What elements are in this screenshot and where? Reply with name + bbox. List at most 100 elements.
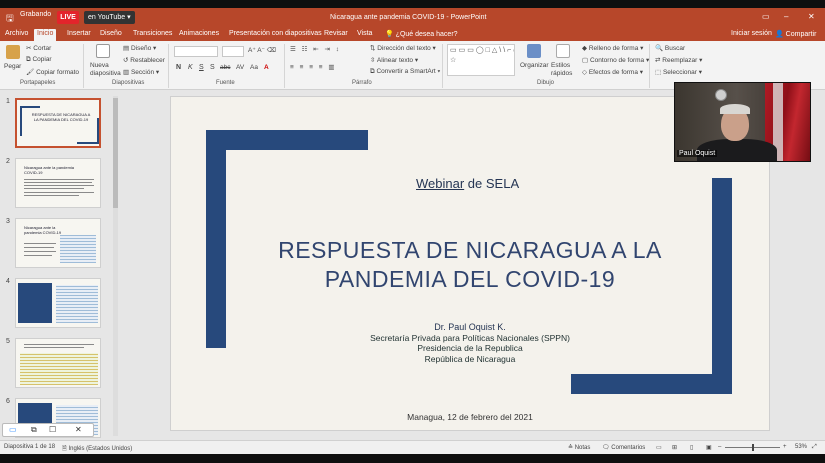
- scrollbar-thumb[interactable]: [113, 98, 118, 208]
- tab-revisar[interactable]: Revisar: [321, 29, 351, 41]
- zoom-level[interactable]: 53%: [795, 444, 807, 450]
- font-group-label: Fuente: [216, 80, 235, 86]
- participant-video[interactable]: Paul Oquist: [674, 82, 811, 162]
- smartart-button[interactable]: ⧉ Convertir a SmartArt ▾: [370, 68, 440, 76]
- quick-styles-button[interactable]: Estilos rápidos: [551, 62, 577, 78]
- tab-vista[interactable]: Vista: [354, 29, 375, 41]
- slide-title-line-1: RESPUESTA DE NICARAGUA A LA: [278, 237, 662, 263]
- slide-thumbnail-3[interactable]: Nicaragua ante la pandemia COVID-19: [15, 218, 101, 268]
- shape-outline-button[interactable]: ▢ Contorno de forma ▾: [582, 56, 649, 64]
- list-buttons-icon[interactable]: ☰ ☷ ⇤ ⇥ ↕: [290, 45, 341, 53]
- reading-view-icon[interactable]: ▯: [690, 444, 693, 451]
- language-status[interactable]: 🗎 Inglés (Estados Unidos): [62, 444, 132, 454]
- layout-button[interactable]: ▤ Diseño ▾: [123, 44, 156, 52]
- format-painter-label: Copiar formato: [36, 69, 80, 76]
- find-button[interactable]: 🔍 Buscar: [655, 44, 685, 52]
- share-button[interactable]: 👤 Compartir: [775, 30, 816, 38]
- new-slide-icon[interactable]: [96, 44, 110, 58]
- section-button[interactable]: ▥ Sección ▾: [123, 68, 159, 76]
- comments-label: Comentarios: [611, 445, 646, 451]
- underline-button[interactable]: S: [199, 64, 204, 71]
- tab-animaciones[interactable]: Animaciones: [176, 29, 222, 41]
- quick-styles-icon[interactable]: [556, 44, 570, 58]
- thumb-table: [56, 285, 98, 323]
- tell-me-search[interactable]: 💡 ¿Qué desea hacer?: [382, 29, 461, 41]
- fit-slide-icon[interactable]: ⤢: [812, 444, 817, 451]
- change-case-button[interactable]: Aa: [250, 64, 258, 71]
- align-buttons-icon[interactable]: ≡ ≡ ≡ ≡ ▥: [290, 63, 337, 71]
- thumbnail-scrollbar[interactable]: [113, 96, 118, 436]
- thumb-decoration: [18, 283, 52, 323]
- reset-label: Restablecer: [130, 57, 165, 64]
- organize-button[interactable]: Organizar: [520, 62, 549, 69]
- window-title: Nicaragua ante pandemia COVID-19 - Power…: [330, 14, 487, 21]
- align-text-button[interactable]: ⇳ Alinear texto ▾: [370, 56, 418, 64]
- thumb-number: 1: [6, 98, 10, 105]
- slide-thumbnail-5[interactable]: [15, 338, 101, 388]
- paste-icon[interactable]: [6, 45, 20, 59]
- signin-link[interactable]: Iniciar sesión: [731, 30, 772, 37]
- thumb-text-line: [24, 255, 52, 256]
- zoom-out-button[interactable]: –: [718, 444, 721, 450]
- close-icon[interactable]: ✕: [808, 12, 815, 21]
- italic-button[interactable]: K: [188, 64, 193, 71]
- smartart-label: Convertir a SmartArt: [376, 68, 436, 75]
- notes-button[interactable]: ≙ Notas: [568, 444, 590, 451]
- new-slide-button[interactable]: Nueva diapositiva: [90, 62, 121, 78]
- tab-insertar[interactable]: Insertar: [64, 29, 94, 41]
- grow-font-icon[interactable]: A⁺ A⁻ ⌫: [248, 46, 276, 54]
- slideshow-icon[interactable]: ▣: [706, 444, 712, 451]
- shape-fill-button[interactable]: ◆ Relleno de forma ▾: [582, 44, 643, 52]
- reset-button[interactable]: ↺ Restablecer: [123, 56, 165, 64]
- replace-button[interactable]: ⇄ Reemplazar ▾: [655, 56, 702, 64]
- tab-archivo[interactable]: Archivo: [2, 29, 31, 41]
- emblem-image: [715, 89, 727, 101]
- char-spacing-button[interactable]: AV: [236, 64, 244, 71]
- organize-icon[interactable]: [527, 44, 541, 58]
- save-icon[interactable]: 🖫: [6, 11, 14, 27]
- restore-ribbon-icon[interactable]: ▭: [762, 12, 770, 21]
- font-color-icon[interactable]: A: [264, 64, 269, 71]
- font-size-input[interactable]: [222, 46, 244, 57]
- zoom-slider-handle[interactable]: [752, 444, 754, 451]
- find-label: Buscar: [664, 45, 686, 52]
- shape-effects-button[interactable]: ◇ Efectos de forma ▾: [582, 68, 643, 76]
- slide-thumbnail-1[interactable]: RESPUESTA DE NICARAGUA A LA PANDEMIA DEL…: [15, 98, 101, 148]
- ribbon-tabs: Archivo Inicio Insertar Diseño Transicio…: [0, 28, 825, 41]
- thumb-text-line: [24, 185, 94, 186]
- share-label: Compartir: [785, 31, 817, 38]
- tab-diseno[interactable]: Diseño: [97, 29, 125, 41]
- stream-target-dropdown[interactable]: en YouTube ▾: [84, 11, 135, 24]
- paste-button[interactable]: Pegar: [4, 63, 21, 70]
- maximize-icon[interactable]: ☐: [49, 425, 56, 434]
- bold-button[interactable]: N: [176, 64, 181, 71]
- slide-count: Diapositiva 1 de 18: [4, 444, 56, 450]
- shadow-button[interactable]: S: [210, 64, 215, 71]
- copy-button[interactable]: ⧉ Copiar: [26, 56, 52, 64]
- tab-transiciones[interactable]: Transiciones: [130, 29, 175, 41]
- title-bar: 🖫 Grabando LIVE en YouTube ▾ Nicaragua a…: [0, 8, 825, 28]
- shapes-gallery[interactable]: ▭▭▭◯□△\\⌐⌐▷{}☆: [447, 44, 515, 76]
- slide-thumbnail-4[interactable]: [15, 278, 101, 328]
- thumb-decoration: [20, 106, 22, 136]
- cut-button[interactable]: ✂ Cortar: [26, 44, 51, 52]
- font-family-input[interactable]: [174, 46, 218, 57]
- slide-thumbnail-2[interactable]: Nicaragua ante la pandemia COVID-19: [15, 158, 101, 208]
- thumb-number: 4: [6, 278, 10, 285]
- live-badge[interactable]: LIVE: [57, 11, 79, 24]
- thumb-text-line: [24, 243, 56, 244]
- tab-presentacion[interactable]: Presentación con diapositivas: [226, 29, 325, 41]
- comments-button[interactable]: 🗨 Comentarios: [602, 444, 645, 451]
- tab-inicio[interactable]: Inicio: [34, 29, 57, 41]
- normal-view-icon[interactable]: ▭: [656, 444, 662, 451]
- zoom-video-icon[interactable]: ▭: [9, 425, 17, 434]
- strikethrough-button[interactable]: abc: [220, 64, 230, 71]
- zoom-in-button[interactable]: +: [783, 444, 787, 450]
- format-painter-button[interactable]: 🖌 Copiar formato: [26, 68, 79, 76]
- minimize-icon[interactable]: –: [784, 12, 788, 21]
- close-icon[interactable]: ✕: [75, 425, 82, 434]
- select-button[interactable]: ⬚ Seleccionar ▾: [655, 68, 702, 76]
- text-direction-button[interactable]: ⇅ Dirección del texto ▾: [370, 44, 436, 52]
- slide-sorter-icon[interactable]: ⊞: [672, 444, 677, 451]
- screen-share-icon[interactable]: ⧉: [31, 425, 37, 435]
